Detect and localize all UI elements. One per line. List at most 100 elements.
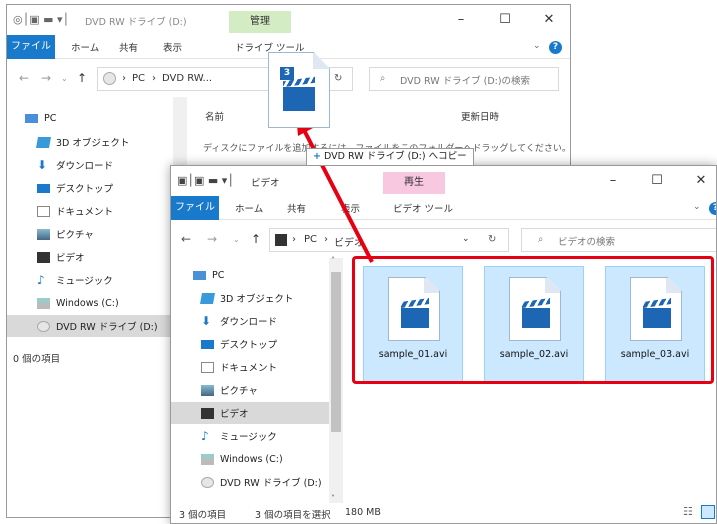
minimize-button[interactable]: – <box>439 9 483 31</box>
breadcrumb-current[interactable]: ビデオ <box>334 234 364 249</box>
breadcrumb-current[interactable]: DVD RW... <box>162 73 212 84</box>
status-count: 3 個の項目 <box>179 510 227 521</box>
tree-item-pictures[interactable]: ピクチャ <box>7 223 187 245</box>
quick-access-icons[interactable]: ◎│▣ ▬ ▾│ <box>13 13 69 26</box>
tree-item-documents[interactable]: ドキュメント <box>7 200 187 222</box>
tab-view[interactable]: 表示 <box>163 40 182 54</box>
drive-icon <box>201 453 214 465</box>
computer-icon <box>25 113 38 123</box>
tree-item-desktop[interactable]: デスクトップ <box>171 333 343 355</box>
help-icon[interactable]: ? <box>549 41 562 54</box>
tree-item-pictures[interactable]: ピクチャ <box>171 379 343 401</box>
tree-item-music[interactable]: ♪ ミュージック <box>171 425 343 447</box>
back-arrow-icon[interactable]: ← <box>181 232 191 246</box>
tree-item-downloads[interactable]: ⬇ ダウンロード <box>7 154 187 176</box>
desktop-icon <box>37 183 50 193</box>
tree-item-dvd-drive[interactable]: DVD RW ドライブ (D:) <box>7 315 187 337</box>
tree-item-windows-c[interactable]: Windows (C:) <box>171 448 343 470</box>
address-dropdown-icon[interactable]: ⌄ <box>462 234 470 244</box>
tab-play[interactable]: 再生 <box>383 172 445 194</box>
tree-item-pc[interactable]: PC <box>171 264 343 286</box>
tab-file[interactable]: ファイル <box>7 35 55 59</box>
download-icon: ⬇ <box>37 158 48 172</box>
breadcrumb-separator: › <box>122 73 126 84</box>
up-arrow-icon[interactable]: ↑ <box>77 71 87 85</box>
scroll-down-icon[interactable]: ˅ <box>331 494 335 503</box>
search-placeholder: ビデオの検索 <box>558 237 616 248</box>
chevron-down-icon[interactable]: ⌄ <box>533 41 541 51</box>
maximize-button[interactable]: ☐ <box>635 170 679 192</box>
tab-view[interactable]: 表示 <box>341 201 360 215</box>
tab-drive-tools[interactable]: ドライブ ツール <box>235 40 305 54</box>
scrollbar-thumb[interactable] <box>331 272 341 432</box>
tree-item-music[interactable]: ♪ ミュージック <box>7 269 187 291</box>
tree-item-desktop[interactable]: デスクトップ <box>7 177 187 199</box>
status-selected: 3 個の項目を選択 <box>255 510 331 521</box>
tab-home[interactable]: ホーム <box>71 40 99 54</box>
column-header-name[interactable]: 名前 <box>205 109 224 123</box>
desktop-icon <box>201 339 214 349</box>
details-view-icon[interactable]: ☷ <box>683 505 693 518</box>
back-arrow-icon[interactable]: ← <box>19 71 29 85</box>
dragged-files-icon: 3 <box>268 52 330 128</box>
refresh-icon[interactable]: ↻ <box>488 234 496 245</box>
tab-home[interactable]: ホーム <box>235 201 263 215</box>
up-arrow-icon[interactable]: ↑ <box>251 232 261 246</box>
maximize-button[interactable]: ☐ <box>483 9 527 31</box>
tree-item-videos[interactable]: ビデオ <box>7 246 187 268</box>
tab-file[interactable]: ファイル <box>171 196 219 220</box>
address-bar[interactable]: › PC › ビデオ ⌄ ↻ <box>269 228 509 252</box>
tree-item-videos[interactable]: ビデオ <box>171 402 343 424</box>
recent-chevron-icon[interactable]: ⌄ <box>233 235 240 244</box>
large-icons-view-icon[interactable] <box>701 505 715 519</box>
search-icon: ⌕ <box>538 234 544 245</box>
highlight-box <box>352 256 714 384</box>
status-size: 180 MB <box>345 507 381 518</box>
breadcrumb-pc[interactable]: PC <box>132 73 145 84</box>
nav-scrollbar[interactable]: ˄ ˅ <box>329 256 343 503</box>
document-icon <box>37 205 50 217</box>
recent-chevron-icon[interactable]: ⌄ <box>61 74 68 83</box>
forward-arrow-icon[interactable]: → <box>41 71 51 85</box>
tree-item-3d-objects[interactable]: 3D オブジェクト <box>7 131 187 153</box>
search-icon: ⌕ <box>380 73 386 84</box>
tab-share[interactable]: 共有 <box>119 40 138 54</box>
drag-count-badge: 3 <box>280 67 294 80</box>
title-bar: ▣│▣ ▬ ▾│ ビデオ 再生 – ☐ ✕ <box>171 166 716 196</box>
forward-arrow-icon[interactable]: → <box>207 232 217 246</box>
3d-objects-icon <box>200 292 215 304</box>
refresh-icon[interactable]: ↻ <box>334 73 342 84</box>
scroll-up-icon[interactable]: ˄ <box>331 256 335 265</box>
breadcrumb-pc[interactable]: PC <box>304 234 317 245</box>
tab-video-tools[interactable]: ビデオ ツール <box>393 201 453 215</box>
pictures-icon <box>37 228 50 240</box>
column-header-date[interactable]: 更新日時 <box>461 109 499 123</box>
3d-objects-icon <box>36 136 51 148</box>
tab-manage[interactable]: 管理 <box>229 11 291 33</box>
close-button[interactable]: ✕ <box>679 170 716 192</box>
dvd-drive-icon <box>103 72 116 85</box>
tree-item-pc[interactable]: PC <box>7 107 187 129</box>
search-box[interactable]: ⌕ DVD RW ドライブ (D:)の検索 <box>369 67 559 91</box>
tree-item-dvd-drive[interactable]: DVD RW ドライブ (D:) <box>171 471 343 493</box>
music-icon: ♪ <box>37 273 45 287</box>
minimize-button[interactable]: – <box>591 170 635 192</box>
search-box[interactable]: ⌕ ビデオの検索 <box>521 228 716 252</box>
tree-item-documents[interactable]: ドキュメント <box>171 356 343 378</box>
tree-item-3d-objects[interactable]: 3D オブジェクト <box>171 287 343 309</box>
document-icon <box>201 361 214 373</box>
computer-icon <box>193 270 206 280</box>
quick-access-icons[interactable]: ▣│▣ ▬ ▾│ <box>177 174 234 187</box>
chevron-down-icon[interactable]: ⌄ <box>693 202 701 212</box>
search-placeholder: DVD RW ドライブ (D:)の検索 <box>400 76 531 87</box>
download-icon: ⬇ <box>201 314 212 328</box>
breadcrumb-separator: › <box>324 234 328 245</box>
window-title: DVD RW ドライブ (D:) <box>85 17 187 28</box>
tree-item-windows-c[interactable]: Windows (C:) <box>7 292 187 314</box>
breadcrumb-separator: › <box>152 73 156 84</box>
tree-item-downloads[interactable]: ⬇ ダウンロード <box>171 310 343 332</box>
tab-share[interactable]: 共有 <box>287 201 306 215</box>
close-button[interactable]: ✕ <box>527 9 570 31</box>
navigation-pane: PC 3D オブジェクト ⬇ ダウンロード デスクトップ ドキュメント ピクチャ … <box>7 97 187 387</box>
help-icon[interactable]: ? <box>709 202 716 215</box>
